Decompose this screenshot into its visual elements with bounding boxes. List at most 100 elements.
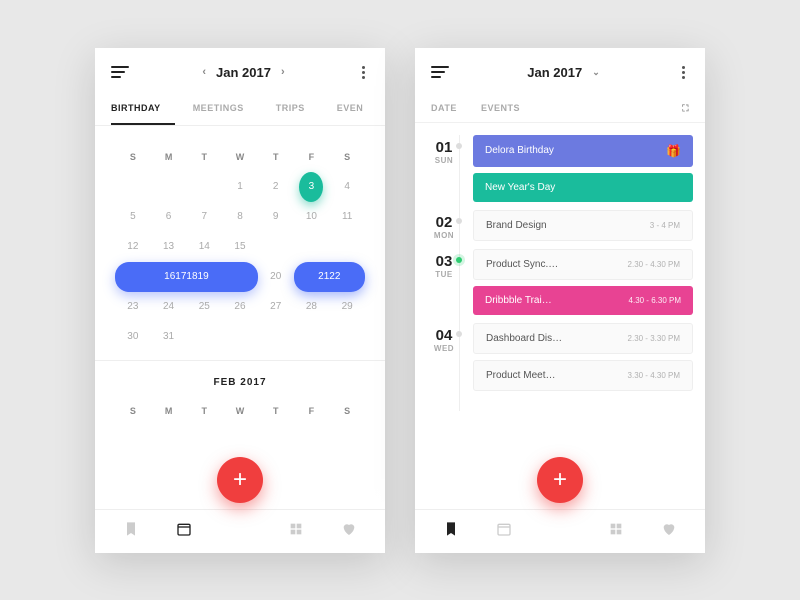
day-cell[interactable]: 15 [222,232,258,262]
day-cell[interactable]: 5 [115,202,151,232]
calendar-month-view: ‹ Jan 2017 › BIRTHDAY MEETINGS TRIPS EVE… [95,48,385,553]
day-cell[interactable]: 24 [151,292,187,322]
nav-spacer [540,523,580,539]
nav-bookmark-icon[interactable] [435,513,467,550]
timeline-day: 03TUE Product Sync.… 2.30 - 4.30 PM Dribbbl… [415,249,693,315]
day-cell[interactable]: 13 [151,232,187,262]
menu-icon[interactable] [431,66,449,78]
day-cell[interactable]: 26 [222,292,258,322]
selected-day[interactable]: 3 [299,172,323,202]
day-cell[interactable]: 1 [222,172,258,202]
day-cell[interactable]: 20 [258,262,294,292]
expand-icon[interactable]: ⛶ [682,103,689,114]
nav-bookmark-icon[interactable] [115,513,147,550]
day-cell[interactable]: 7 [186,202,222,232]
event-title: Brand Design [486,220,547,231]
calendar-grid-jan: S M T W T F S 1 2 3 4 5 6 7 8 9 10 11 12… [115,142,365,352]
event-title: Delora Birthday [485,145,554,156]
event-title: Dashboard Dis… [486,333,562,344]
day-weekday: WED [415,344,473,353]
day-cell[interactable]: 3 [294,172,330,202]
event-time: 4.30 - 6.30 PM [629,296,681,305]
add-button[interactable]: + [537,457,583,503]
event-title: Dribbble Trai… [485,295,552,306]
event-card[interactable]: Dribbble Trai… 4.30 - 6.30 PM [473,286,693,315]
timeline-dot [456,218,462,224]
more-icon[interactable] [678,62,689,83]
day-cell[interactable]: 2 [258,172,294,202]
menu-icon[interactable] [111,66,129,78]
tab-events[interactable]: EVEN [337,93,364,125]
tab-trips[interactable]: TRIPS [276,93,319,125]
chevron-down-icon: ⌄ [592,67,600,78]
gift-icon: 🎁 [666,144,681,158]
day-number: 01 [415,139,473,156]
timeline-date: 01SUN [415,135,473,202]
timeline-dot [456,257,462,263]
column-headers: DATE EVENTS ⛶ [415,93,705,123]
day-cell[interactable]: 27 [258,292,294,322]
day-cell[interactable]: 23 [115,292,151,322]
event-time: 3.30 - 4.30 PM [628,371,680,380]
bottom-nav [415,509,705,553]
day-weekday: MON [415,231,473,240]
day-cell[interactable]: 10 [294,202,330,232]
month-dropdown[interactable]: Jan 2017 ⌄ [449,65,678,80]
prev-month-icon[interactable]: ‹ [202,66,206,78]
tab-birthday[interactable]: BIRTHDAY [111,93,175,125]
day-cell[interactable]: 25 [186,292,222,322]
day-number: 03 [415,253,473,270]
event-time: 2.30 - 3.30 PM [628,334,680,343]
day-cell[interactable]: 28 [294,292,330,322]
calendar-grid-feb: S M T W T F S [115,396,365,426]
day-number: 02 [415,214,473,231]
day-cell[interactable]: 14 [186,232,222,262]
day-cell[interactable]: 9 [258,202,294,232]
month-selector: ‹ Jan 2017 › [129,65,358,80]
event-card[interactable]: Product Sync.… 2.30 - 4.30 PM [473,249,693,280]
nav-heart-icon[interactable] [653,513,685,550]
next-month-icon[interactable]: › [281,66,285,78]
more-icon[interactable] [358,62,369,83]
nav-grid-icon[interactable] [600,513,632,550]
day-cell[interactable]: 11 [329,202,365,232]
event-card[interactable]: New Year's Day [473,173,693,202]
header-month-label: Jan 2017 [527,65,582,80]
nav-spacer [220,523,260,539]
day-cell[interactable]: 31 [151,322,187,352]
day-cell[interactable]: 8 [222,202,258,232]
category-tabs: BIRTHDAY MEETINGS TRIPS EVEN [95,93,385,126]
bottom-nav [95,509,385,553]
date-range-21-22[interactable]: 2122 [294,262,365,292]
event-card[interactable]: Brand Design 3 - 4 PM [473,210,693,241]
event-time: 2.30 - 4.30 PM [628,260,680,269]
event-title: New Year's Day [485,182,555,193]
nav-grid-icon[interactable] [280,513,312,550]
event-card[interactable]: Delora Birthday 🎁 [473,135,693,167]
day-cell[interactable]: 4 [329,172,365,202]
day-cell[interactable]: 29 [329,292,365,322]
event-title: Product Meet… [486,370,555,381]
timeline-dot [456,143,462,149]
event-time: 3 - 4 PM [650,221,680,230]
tab-meetings[interactable]: MEETINGS [193,93,258,125]
event-card[interactable]: Product Meet… 3.30 - 4.30 PM [473,360,693,391]
add-button[interactable]: + [217,457,263,503]
header: ‹ Jan 2017 › [95,48,385,93]
day-weekday: TUE [415,270,473,279]
day-cell[interactable]: 12 [115,232,151,262]
date-range-16-19[interactable]: 16171819 [115,262,258,292]
nav-calendar-icon[interactable] [168,513,200,550]
day-cell[interactable]: 30 [115,322,151,352]
day-weekday: SUN [415,156,473,165]
month-label-feb: FEB 2017 [115,377,365,388]
calendar-events-view: Jan 2017 ⌄ DATE EVENTS ⛶ 01SUNDelora Bir… [415,48,705,553]
day-cell[interactable]: 6 [151,202,187,232]
nav-heart-icon[interactable] [333,513,365,550]
event-title: Product Sync.… [486,259,558,270]
timeline-dot [456,331,462,337]
timeline-day: 02MON Brand Design 3 - 4 PM [415,210,693,241]
event-card[interactable]: Dashboard Dis… 2.30 - 3.30 PM [473,323,693,354]
timeline-day: 04WEDDashboard Dis…2.30 - 3.30 PMProduct… [415,323,693,391]
nav-calendar-icon[interactable] [488,513,520,550]
